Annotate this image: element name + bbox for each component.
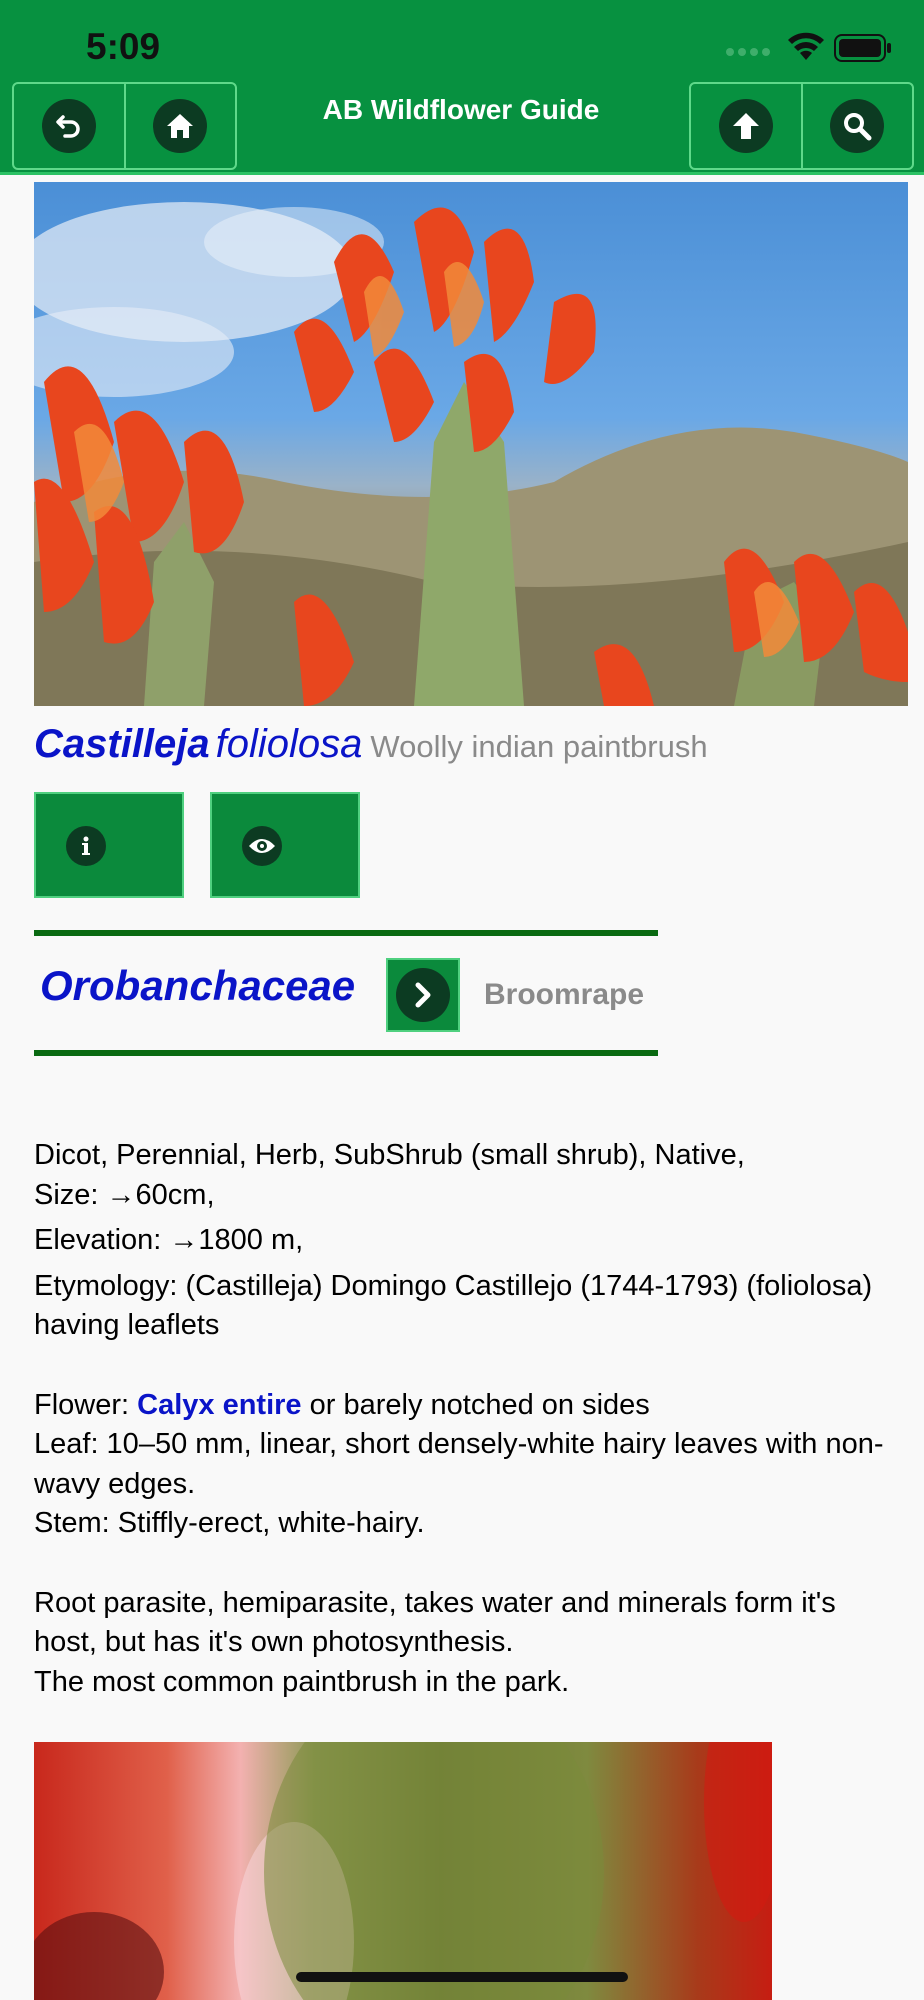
plant-description: Dicot, Perennial, Herb, SubShrub (small … <box>34 1136 904 1702</box>
stem-closeup-image <box>34 1742 772 2000</box>
scroll-top-button[interactable] <box>691 84 801 168</box>
status-time: 5:09 <box>86 26 161 67</box>
size-text: Size: →60cm, <box>34 1178 215 1211</box>
view-photos-button[interactable] <box>210 792 360 898</box>
family-divider-bottom <box>34 1050 658 1056</box>
nav-button-group-left <box>12 82 237 170</box>
etymology-text: Etymology: (Castilleja) Domingo Castille… <box>34 1269 873 1342</box>
nav-button-group-right <box>689 82 914 170</box>
family-name: Orobanchaceae <box>40 962 356 1009</box>
family-next-button[interactable] <box>386 958 460 1032</box>
plant-closeup-photo[interactable] <box>34 1742 772 2000</box>
plant-name: Castilleja foliolosa Woolly indian paintbr… <box>34 722 708 767</box>
classification-text: Dicot, Perennial, Herb, SubShrub (small … <box>34 1139 745 1171</box>
top-bar: 5:09 AB Wildflower Guide <box>0 0 924 175</box>
family-common-name: Broomrape <box>484 978 645 1011</box>
info-button[interactable] <box>34 792 184 898</box>
commonness-note: The most common paintbrush in the park. <box>34 1665 570 1698</box>
eye-icon <box>242 826 282 866</box>
genus-name: Castilleja <box>34 722 210 766</box>
calyx-entire-link[interactable]: Calyx entire <box>137 1389 301 1421</box>
flower-label: Flower: <box>34 1388 138 1421</box>
parasite-note: Root parasite, hemiparasite, takes water… <box>34 1586 836 1659</box>
search-button[interactable] <box>800 84 913 168</box>
plant-photo[interactable] <box>34 182 908 706</box>
leaf-text: Leaf: 10–50 mm, linear, short densely-wh… <box>34 1428 884 1500</box>
stem-text: Stem: Stiffly-erect, white-hairy. <box>34 1507 425 1539</box>
flower-detail: or barely notched on sides <box>301 1388 650 1421</box>
home-button[interactable] <box>123 84 236 168</box>
family-divider-top <box>34 930 658 936</box>
signal-icon <box>726 48 772 56</box>
info-icon <box>66 826 106 866</box>
undo-arrow-icon <box>41 99 96 153</box>
battery-icon <box>834 34 891 62</box>
back-button[interactable] <box>14 84 124 168</box>
flower-text: Flower: Calyx entire or barely notched o… <box>34 1386 904 1426</box>
elevation-text: Elevation: →1800 m, <box>34 1224 304 1256</box>
app-title: AB Wildflower Guide <box>322 94 600 125</box>
species-name: foliolosa <box>215 722 363 766</box>
paintbrush-flowers-image <box>34 202 908 706</box>
wifi-icon <box>788 32 824 60</box>
arrow-up-icon <box>718 99 773 153</box>
common-name: Woolly indian paintbrush <box>370 729 708 764</box>
chevron-right-icon <box>396 968 450 1022</box>
home-indicator[interactable] <box>296 1972 628 1982</box>
search-icon <box>830 99 885 153</box>
home-icon <box>153 99 208 153</box>
